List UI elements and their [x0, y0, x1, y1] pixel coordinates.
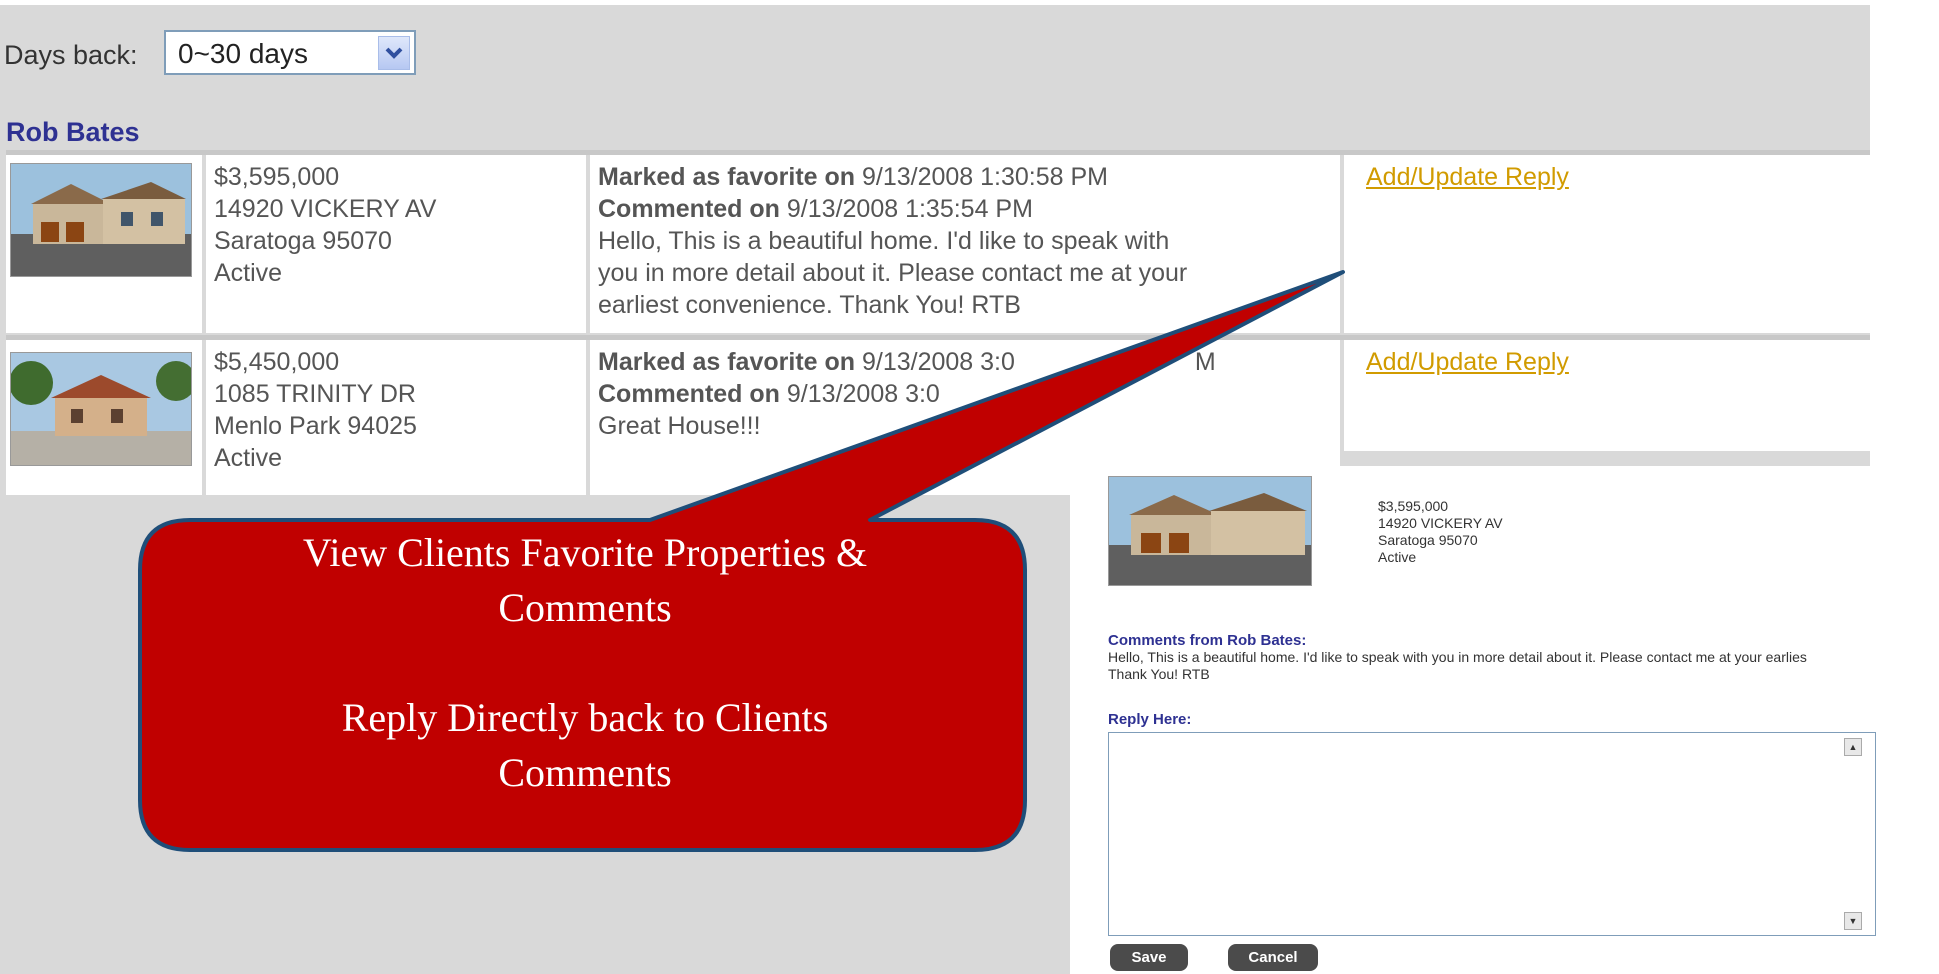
- callout-shape: [138, 270, 1345, 852]
- callout-line: Comments: [498, 750, 672, 795]
- callout-line: Reply Directly back to Clients: [341, 695, 829, 740]
- callout-text: View Clients Favorite Properties & Comme…: [140, 525, 1030, 800]
- callout-line: View Clients Favorite Properties &: [302, 530, 868, 575]
- callout-line: Comments: [498, 585, 672, 630]
